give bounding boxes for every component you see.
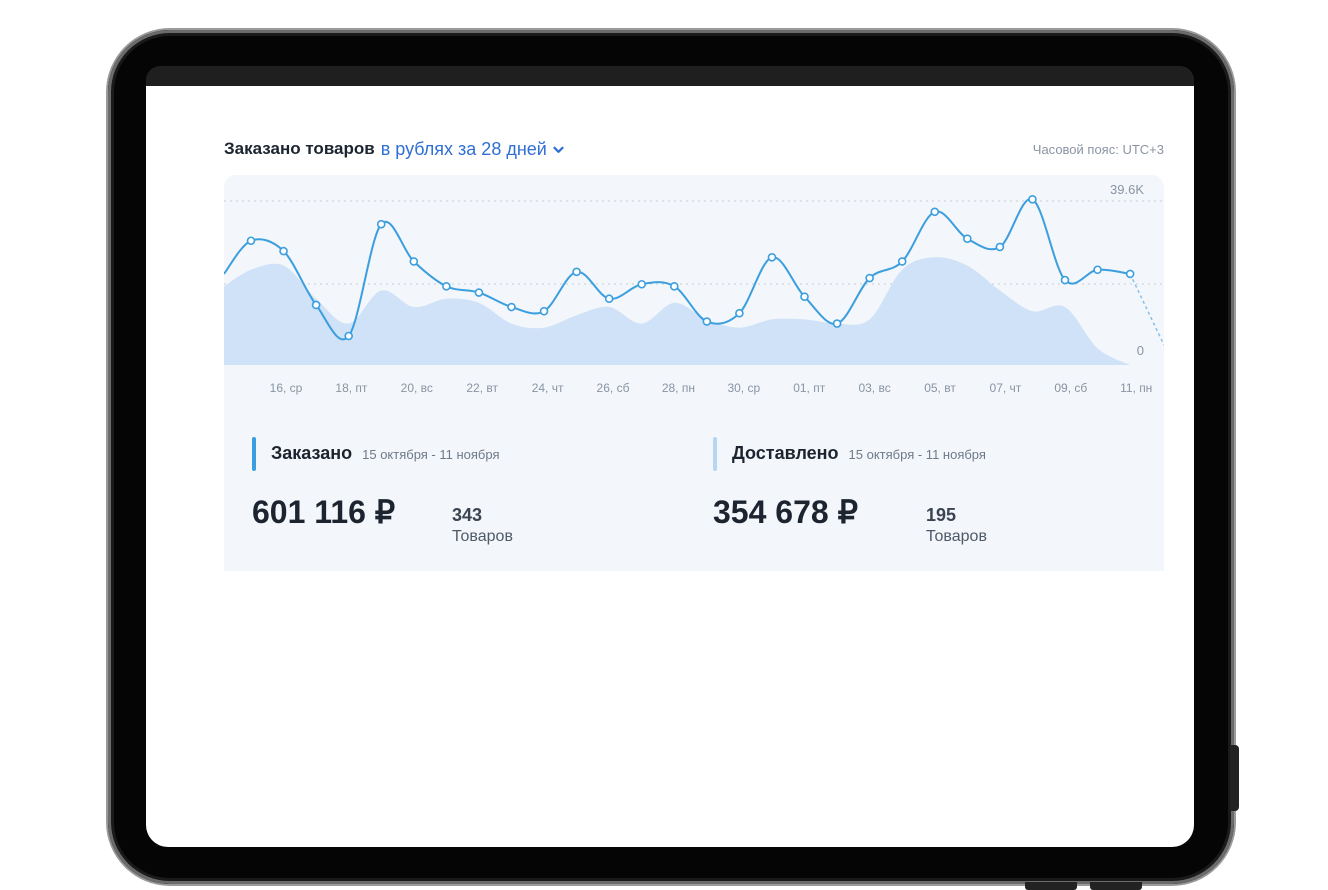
tablet-top-bezel xyxy=(146,66,1194,88)
data-point[interactable] xyxy=(1093,265,1102,275)
stat-ordered-amount: 601 116 ₽ xyxy=(252,494,396,530)
tablet-bottom-button xyxy=(1090,882,1142,890)
data-point[interactable] xyxy=(376,219,386,229)
period-dropdown-label: в рублях за 28 дней xyxy=(380,138,547,159)
tablet-bottom-button xyxy=(1025,882,1077,890)
data-point[interactable] xyxy=(995,242,1005,252)
x-tick-label: 24, чт xyxy=(532,381,564,395)
chart-panel: 39.6K 0 16, ср 18, пт 20, вс 22, вт 24, чт 26… xyxy=(224,175,1164,571)
period-dropdown[interactable]: в рублях за 28 дней xyxy=(381,139,564,160)
x-tick-label: 16, ср xyxy=(270,381,303,395)
x-tick-label: 01, пт xyxy=(793,381,826,395)
stat-ordered-label: Заказано xyxy=(271,443,353,463)
data-point[interactable] xyxy=(474,288,484,297)
stat-delivered-amount: 354 678 ₽ xyxy=(713,494,858,530)
data-point[interactable] xyxy=(865,273,874,283)
data-point[interactable] xyxy=(637,279,647,289)
x-tick-label: 18, пт xyxy=(335,381,368,395)
data-point[interactable] xyxy=(702,317,712,326)
stat-delivered-label: Доставлено xyxy=(732,443,839,463)
stat-ordered-count: 343 xyxy=(452,505,483,525)
x-tick-label: 26, сб xyxy=(597,381,630,395)
timezone-label: Часовой пояс: UTC+3 xyxy=(1032,141,1164,157)
stat-delivered-range: 15 октября - 11 ноября xyxy=(848,447,986,462)
data-point[interactable] xyxy=(963,234,972,243)
data-point[interactable] xyxy=(832,319,842,328)
y-min-label: 0 xyxy=(1137,343,1144,358)
stat-ordered-unit: Товаров xyxy=(452,528,513,545)
data-point[interactable] xyxy=(344,331,353,341)
orders-chart: 39.6K 0 16, ср 18, пт 20, вс 22, вт 24, чт 26… xyxy=(224,182,1164,395)
stat-delivered-unit: Товаров xyxy=(926,528,987,545)
data-point[interactable] xyxy=(604,294,614,304)
data-point[interactable] xyxy=(279,246,288,256)
stat-delivered-title: Доставлено 15 октября - 11 ноября xyxy=(732,443,986,464)
data-point[interactable] xyxy=(442,282,451,291)
data-point[interactable] xyxy=(507,302,516,312)
tablet-side-button xyxy=(1230,745,1239,811)
chart-title: Заказано товаров xyxy=(224,139,375,158)
data-point[interactable] xyxy=(1028,195,1037,204)
x-tick-label: 20, вс xyxy=(401,381,433,395)
x-tick-label: 28, пн xyxy=(662,381,695,395)
x-tick-label: 11, пн xyxy=(1120,381,1152,395)
data-point[interactable] xyxy=(767,253,777,262)
data-point[interactable] xyxy=(246,236,256,246)
stat-ordered-title: Заказано 15 октября - 11 ноября xyxy=(271,443,500,464)
screen: Заказано товаров в рублях за 28 дней Час… xyxy=(146,86,1194,847)
stat-ordered-range: 15 октября - 11 ноября xyxy=(362,447,500,462)
x-tick-label: 09, сб xyxy=(1054,381,1087,395)
chevron-down-icon xyxy=(553,146,564,153)
x-tick-label: 07, чт xyxy=(990,381,1022,395)
x-tick-label: 05, вт xyxy=(924,381,956,395)
stat-ordered-marker xyxy=(252,437,256,471)
data-point[interactable] xyxy=(897,257,907,266)
y-max-label: 39.6K xyxy=(1110,182,1144,197)
series-area-delivered xyxy=(224,257,1131,365)
data-point[interactable] xyxy=(539,306,549,316)
series-line-tail xyxy=(1129,273,1164,346)
stat-delivered-marker xyxy=(713,437,717,471)
x-tick-label: 03, вс xyxy=(858,381,890,395)
data-point[interactable] xyxy=(930,207,940,217)
data-point[interactable] xyxy=(409,257,419,266)
x-tick-label: 22, вт xyxy=(466,381,498,395)
data-point[interactable] xyxy=(800,292,809,301)
chart-header: Заказано товаров в рублях за 28 дней Час… xyxy=(224,136,1164,162)
stat-delivered-count: 195 xyxy=(926,505,957,525)
data-point[interactable] xyxy=(669,282,679,291)
data-point[interactable] xyxy=(572,267,581,277)
x-tick-label: 30, ср xyxy=(727,381,760,395)
data-point[interactable] xyxy=(1060,275,1070,285)
data-point[interactable] xyxy=(735,308,744,318)
data-point[interactable] xyxy=(1125,269,1135,279)
data-point[interactable] xyxy=(311,300,321,310)
